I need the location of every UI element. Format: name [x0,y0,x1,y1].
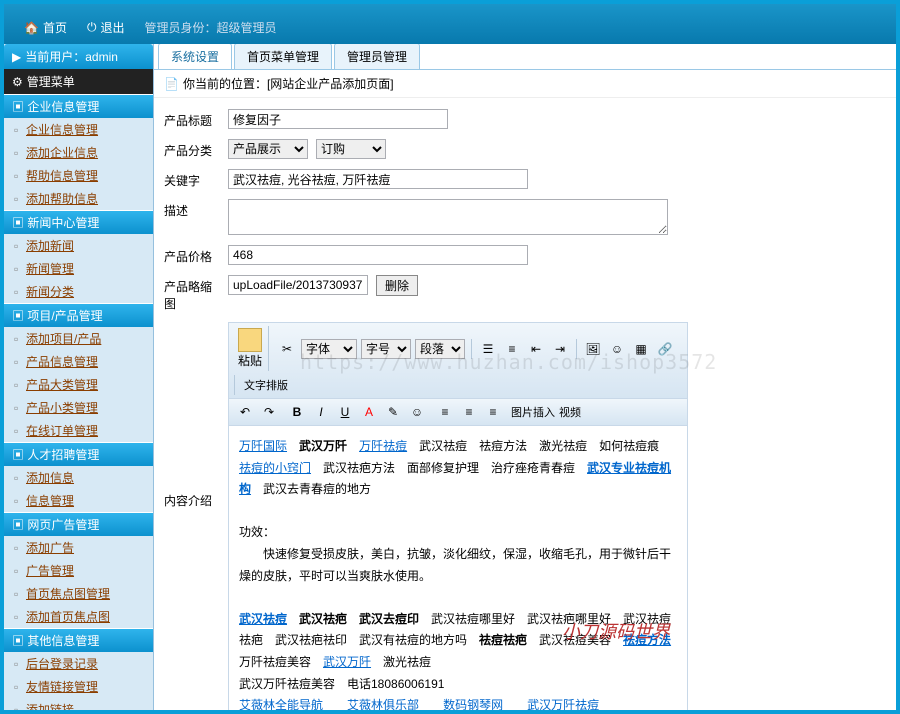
font-size-select[interactable]: 字号 [361,339,411,359]
highlight-icon[interactable]: ✎ [383,402,403,422]
current-user: ▶ 当前用户：admin [4,44,153,69]
menu-item[interactable]: 添加企业信息 [4,141,153,164]
editor-toolbar-2: ↶ ↷ B I U A ✎ ☺ ≡ ≡ ≡ [229,399,687,426]
desc-label: 描述 [164,199,220,219]
tab[interactable]: 管理员管理 [334,44,420,69]
home-link[interactable]: 🏠 首页 [14,11,77,44]
redo-icon[interactable]: ↷ [259,402,279,422]
menu-item[interactable]: 产品大类管理 [4,373,153,396]
undo-icon[interactable]: ↶ [235,402,255,422]
tab[interactable]: 首页菜单管理 [234,44,332,69]
clipboard-icon [238,328,262,352]
outdent-icon[interactable]: ⇤ [526,339,546,359]
italic-icon[interactable]: I [311,402,331,422]
menu-group-header[interactable]: ▣ 新闻中心管理 [4,210,153,234]
editor-toolbar-1: 粘贴 ✂ 字体 字号 段落 ☰ ≡ ⇤ ⇥ 🖼 [229,323,687,399]
indent-icon[interactable]: ⇥ [550,339,570,359]
price-input[interactable] [228,245,528,265]
desc-textarea[interactable] [228,199,668,235]
category-label: 产品分类 [164,139,220,159]
breadcrumb: 📄 你当前的位置：[网站企业产品添加页面] [154,70,896,98]
rich-editor: 粘贴 ✂ 字体 字号 段落 ☰ ≡ ⇤ ⇥ 🖼 [228,322,688,710]
menu-item[interactable]: 添加广告 [4,536,153,559]
menu-item[interactable]: 添加信息 [4,466,153,489]
menu-group-header[interactable]: ▣ 其他信息管理 [4,628,153,652]
main-area: 系统设置首页菜单管理管理员管理 📄 你当前的位置：[网站企业产品添加页面] 产品… [154,44,896,710]
underline-icon[interactable]: U [335,402,355,422]
content-label: 内容介绍 [164,322,220,509]
bold-icon[interactable]: B [287,402,307,422]
admin-identity: 管理员身份：超级管理员 [134,11,286,44]
sidebar: ▶ 当前用户：admin ⚙ 管理菜单 ▣ 企业信息管理企业信息管理添加企业信息… [4,44,154,710]
thumb-label: 产品略缩图 [164,275,220,312]
menu-item[interactable]: 首页焦点图管理 [4,582,153,605]
thumb-delete-button[interactable]: 删除 [376,275,418,296]
category-select[interactable]: 产品展示 [228,139,308,159]
insert-video-button[interactable]: 视频 [559,404,581,420]
tab[interactable]: 系统设置 [158,44,232,69]
font-family-select[interactable]: 字体 [301,339,357,359]
menu-item[interactable]: 在线订单管理 [4,419,153,442]
align-right-icon[interactable]: ≡ [483,402,503,422]
menu-group-header[interactable]: ▣ 企业信息管理 [4,94,153,118]
exit-link[interactable]: ⏻ 退出 [77,11,135,44]
link-icon[interactable]: 🔗 [655,339,675,359]
menu-item[interactable]: 添加首页焦点图 [4,605,153,628]
menu-item[interactable]: 产品信息管理 [4,350,153,373]
text-layout-button[interactable]: 文字排版 [241,375,291,395]
menu-item[interactable]: 企业信息管理 [4,118,153,141]
menu-item[interactable]: 帮助信息管理 [4,164,153,187]
menu-item[interactable]: 广告管理 [4,559,153,582]
menu-item[interactable]: 添加帮助信息 [4,187,153,210]
title-input[interactable] [228,109,448,129]
price-label: 产品价格 [164,245,220,265]
menu-group-header[interactable]: ▣ 项目/产品管理 [4,303,153,327]
menu-group-header[interactable]: ▣ 人才招聘管理 [4,442,153,466]
list-ol-icon[interactable]: ≡ [502,339,522,359]
category2-select[interactable]: 订购 [316,139,386,159]
emoji-icon[interactable]: ☺ [607,339,627,359]
insert-image-button[interactable]: 图片插入 [511,404,555,420]
font-color-icon[interactable]: A [359,402,379,422]
editor-body[interactable]: 万阡国际 武汉万阡 万阡祛痘 武汉祛痘 祛痘方法 激光祛痘 如何祛痘痕 祛痘的小… [229,426,687,710]
align-left-icon[interactable]: ≡ [435,402,455,422]
keywords-label: 关键字 [164,169,220,189]
menu-item[interactable]: 后台登录记录 [4,652,153,675]
menu-item[interactable]: 添加链接 [4,698,153,710]
align-center-icon[interactable]: ≡ [459,402,479,422]
menu-title: ⚙ 管理菜单 [4,69,153,94]
menu-item[interactable]: 信息管理 [4,489,153,512]
keywords-input[interactable] [228,169,528,189]
image-icon[interactable]: 🖼 [583,339,603,359]
cut-icon[interactable]: ✂ [277,339,297,359]
topbar: 🏠 首页 ⏻ 退出 管理员身份：超级管理员 [4,4,896,44]
list-ul-icon[interactable]: ☰ [478,339,498,359]
menu-item[interactable]: 添加新闻 [4,234,153,257]
menu-item[interactable]: 新闻管理 [4,257,153,280]
menu-item[interactable]: 产品小类管理 [4,396,153,419]
thumb-input[interactable] [228,275,368,295]
menu-item[interactable]: 添加项目/产品 [4,327,153,350]
title-label: 产品标题 [164,109,220,129]
menu-item[interactable]: 新闻分类 [4,280,153,303]
exit-label: 退出 [100,19,124,36]
paste-button[interactable]: 粘贴 [232,326,269,371]
menu-group-header[interactable]: ▣ 网页广告管理 [4,512,153,536]
table-icon[interactable]: ▦ [631,339,651,359]
paragraph-select[interactable]: 段落 [415,339,465,359]
smiley-icon[interactable]: ☺ [407,402,427,422]
menu-item[interactable]: 友情链接管理 [4,675,153,698]
home-label: 首页 [43,19,67,36]
tabs-bar: 系统设置首页菜单管理管理员管理 [154,44,896,70]
